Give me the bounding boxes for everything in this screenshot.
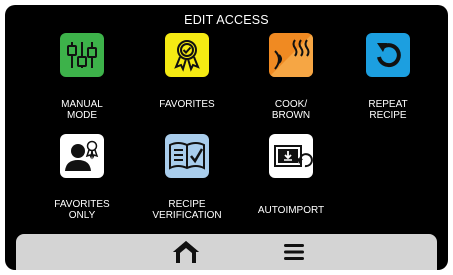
- screen: EDIT ACCESS MANUAL MODE FAVORITES COOK/ …: [5, 5, 448, 270]
- favorites-ribbon-icon: [165, 33, 209, 77]
- tile-label: FAVORITES ONLY: [54, 199, 110, 221]
- tile-recipe-verification[interactable]: RECIPE VERIFICATION: [132, 132, 242, 227]
- tile-label: COOK/BROWN: [271, 99, 311, 121]
- tile-label: REPEAT RECIPE: [368, 99, 408, 121]
- autoimport-icon: [269, 134, 313, 178]
- page-title: EDIT ACCESS: [184, 13, 269, 27]
- tile-manual-mode[interactable]: MANUAL MODE: [27, 31, 137, 126]
- tile-label: RECIPE VERIFICATION: [152, 199, 222, 221]
- tile-label: AUTOIMPORT: [257, 205, 325, 216]
- tile-favorites[interactable]: FAVORITES: [132, 31, 242, 126]
- tile-autoimport[interactable]: AUTOIMPORT: [236, 132, 346, 227]
- repeat-icon: [366, 33, 410, 77]
- tile-label: FAVORITES: [159, 99, 215, 110]
- tile-label: MANUAL MODE: [61, 99, 103, 121]
- menu-button[interactable]: [274, 237, 314, 267]
- home-button[interactable]: [166, 237, 206, 267]
- tile-repeat-recipe[interactable]: REPEAT RECIPE: [333, 31, 443, 126]
- tile-cook-brown[interactable]: COOK/BROWN: [236, 31, 346, 126]
- hamburger-menu-icon: [284, 244, 304, 260]
- recipe-verification-book-icon: [165, 134, 209, 178]
- favorites-only-user-icon: [60, 134, 104, 178]
- bottom-nav-bar: [16, 234, 437, 270]
- manual-mode-icon: [60, 33, 104, 77]
- tile-favorites-only[interactable]: FAVORITES ONLY: [27, 132, 137, 227]
- home-icon: [173, 241, 199, 263]
- cook-brown-icon: [269, 33, 313, 77]
